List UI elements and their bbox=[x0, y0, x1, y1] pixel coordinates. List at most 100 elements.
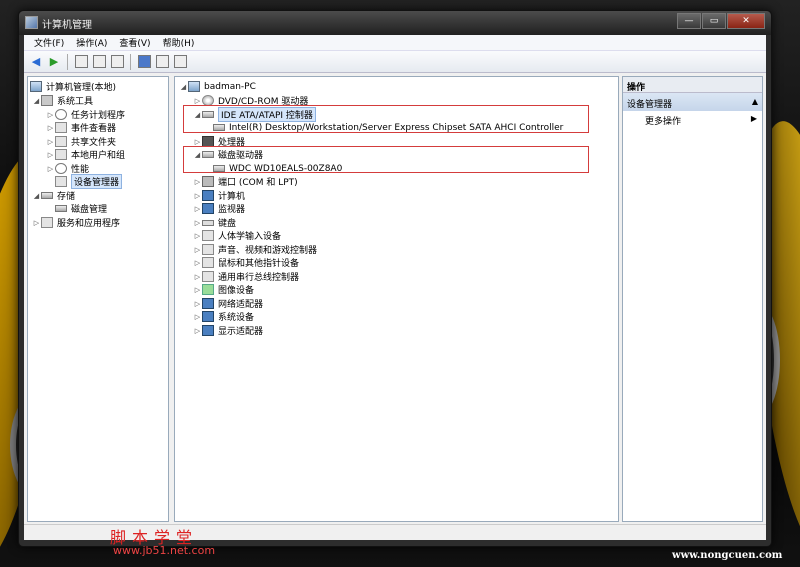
device-tree: ◢ badman-PC ▷ DVD/CD-ROM 驱动器 ◢ IDE ATA/ATAP… bbox=[174, 76, 619, 522]
computer-icon bbox=[188, 81, 200, 92]
tree-shared-folders[interactable]: ▷ 共享文件夹 bbox=[46, 135, 116, 148]
collapse-icon[interactable]: ◢ bbox=[32, 97, 41, 105]
panes: 计算机管理(本地) ◢ 系统工具 ▷ 任务计划程序 ▷ 事件查看器 ▷ 共享文件夹 ▷ 本… bbox=[24, 74, 766, 522]
device-imaging[interactable]: ▷ 图像设备 bbox=[193, 283, 254, 296]
device-root[interactable]: ◢ badman-PC bbox=[179, 80, 256, 93]
expand-icon[interactable]: ▷ bbox=[193, 273, 202, 281]
computer-icon bbox=[30, 81, 42, 92]
window-title: 计算机管理 bbox=[42, 20, 92, 31]
device-network[interactable]: ▷ 网络适配器 bbox=[193, 297, 263, 310]
expand-icon[interactable]: ▷ bbox=[46, 151, 55, 159]
highlight-box-disk bbox=[183, 146, 589, 173]
device-ports[interactable]: ▷ 端口 (COM 和 LPT) bbox=[193, 175, 298, 188]
device-hid[interactable]: ▷ 人体学输入设备 bbox=[193, 229, 281, 242]
expand-icon[interactable]: ▷ bbox=[193, 246, 202, 254]
expand-icon[interactable]: ▷ bbox=[46, 124, 55, 132]
expand-icon[interactable]: ▷ bbox=[193, 327, 202, 335]
port-icon bbox=[202, 176, 214, 187]
show-hide-tree-icon[interactable] bbox=[91, 54, 107, 70]
expand-icon[interactable]: ▷ bbox=[193, 232, 202, 240]
tools-icon bbox=[41, 95, 53, 106]
scan-hardware-icon[interactable] bbox=[172, 54, 188, 70]
tree-event-viewer[interactable]: ▷ 事件查看器 bbox=[46, 121, 116, 134]
performance-icon bbox=[55, 163, 67, 174]
toolbar: ◀ ▶ bbox=[24, 51, 766, 73]
menu-file[interactable]: 文件(F) bbox=[28, 36, 70, 49]
caption-buttons: — ▭ ✕ bbox=[676, 13, 765, 29]
device-manager-icon bbox=[55, 176, 67, 187]
expand-icon[interactable]: ▷ bbox=[193, 286, 202, 294]
clock-icon bbox=[55, 109, 67, 120]
tree-services-apps[interactable]: ▷ 服务和应用程序 bbox=[32, 216, 120, 229]
navigation-tree: 计算机管理(本地) ◢ 系统工具 ▷ 任务计划程序 ▷ 事件查看器 ▷ 共享文件夹 ▷ 本… bbox=[27, 76, 169, 522]
forward-arrow-icon[interactable]: ▶ bbox=[46, 54, 62, 70]
device-usb[interactable]: ▷ 通用串行总线控制器 bbox=[193, 270, 299, 283]
properties-icon[interactable] bbox=[109, 54, 125, 70]
tree-local-users[interactable]: ▷ 本地用户和组 bbox=[46, 148, 125, 161]
mouse-icon bbox=[202, 257, 214, 268]
more-actions[interactable]: 更多操作 ▶ bbox=[623, 111, 762, 127]
menu-action[interactable]: 操作(A) bbox=[70, 36, 113, 49]
menu-view[interactable]: 查看(V) bbox=[113, 36, 156, 49]
help-icon[interactable] bbox=[136, 54, 152, 70]
up-folder-icon[interactable] bbox=[73, 54, 89, 70]
tree-storage[interactable]: ◢ 存储 bbox=[32, 189, 75, 203]
view-icon[interactable] bbox=[154, 54, 170, 70]
expand-icon[interactable]: ▷ bbox=[193, 178, 202, 186]
expand-icon[interactable]: ▷ bbox=[193, 205, 202, 213]
expand-icon[interactable]: ▷ bbox=[193, 192, 202, 200]
back-arrow-icon[interactable]: ◀ bbox=[28, 54, 44, 70]
tree-disk-management[interactable]: 磁盘管理 bbox=[55, 202, 107, 215]
expand-icon[interactable]: ▷ bbox=[193, 138, 202, 146]
tree-root[interactable]: 计算机管理(本地) bbox=[30, 80, 116, 93]
device-keyboard[interactable]: ▷ 键盘 bbox=[193, 216, 236, 230]
usb-icon bbox=[202, 271, 214, 282]
disk-management-icon bbox=[55, 205, 67, 212]
device-computer[interactable]: ▷ 计算机 bbox=[193, 189, 245, 202]
title-bar[interactable]: 计算机管理 — ▭ ✕ bbox=[19, 11, 771, 35]
close-button[interactable]: ✕ bbox=[727, 13, 765, 29]
device-sound[interactable]: ▷ 声音、视频和游戏控制器 bbox=[193, 243, 317, 256]
collapse-icon[interactable]: ◢ bbox=[32, 192, 41, 200]
expand-icon[interactable]: ▷ bbox=[32, 219, 41, 227]
expand-icon[interactable]: ▷ bbox=[193, 300, 202, 308]
event-log-icon bbox=[55, 122, 67, 133]
menu-help[interactable]: 帮助(H) bbox=[157, 36, 201, 49]
device-monitors[interactable]: ▷ 监视器 bbox=[193, 202, 245, 215]
expand-icon[interactable]: ▷ bbox=[193, 97, 202, 105]
speaker-icon bbox=[202, 244, 214, 255]
expand-icon[interactable]: ▷ bbox=[193, 259, 202, 267]
expand-icon[interactable]: ▷ bbox=[46, 111, 55, 119]
keyboard-icon bbox=[202, 219, 214, 226]
display-adapter-icon bbox=[202, 325, 214, 336]
hid-icon bbox=[202, 230, 214, 241]
tree-task-scheduler[interactable]: ▷ 任务计划程序 bbox=[46, 108, 125, 121]
tree-system-tools[interactable]: ◢ 系统工具 bbox=[32, 94, 93, 107]
expand-icon[interactable]: ▷ bbox=[46, 165, 55, 173]
watermark-bottom-right: www.nongcuen.com bbox=[672, 550, 783, 561]
actions-group-device-manager[interactable]: 设备管理器 ▲ bbox=[623, 93, 762, 111]
device-system[interactable]: ▷ 系统设备 bbox=[193, 310, 254, 323]
shared-folder-icon bbox=[55, 136, 67, 147]
storage-icon bbox=[41, 192, 53, 199]
collapse-triangle-icon[interactable]: ▲ bbox=[752, 97, 758, 106]
minimize-button[interactable]: — bbox=[677, 13, 701, 29]
network-icon bbox=[202, 298, 214, 309]
expand-icon[interactable]: ▷ bbox=[193, 219, 202, 227]
device-mouse[interactable]: ▷ 鼠标和其他指针设备 bbox=[193, 256, 299, 269]
maximize-button[interactable]: ▭ bbox=[702, 13, 726, 29]
device-display[interactable]: ▷ 显示适配器 bbox=[193, 324, 263, 337]
highlight-box-ide bbox=[183, 105, 589, 133]
tree-root-label: 计算机管理(本地) bbox=[46, 83, 117, 93]
users-icon bbox=[55, 149, 67, 160]
expand-icon[interactable]: ▷ bbox=[193, 313, 202, 321]
menu-bar: 文件(F) 操作(A) 查看(V) 帮助(H) bbox=[24, 35, 766, 51]
monitor-icon bbox=[202, 203, 214, 214]
toolbar-divider bbox=[67, 53, 68, 70]
services-icon bbox=[41, 217, 53, 228]
expand-icon[interactable]: ▷ bbox=[46, 138, 55, 146]
tree-device-manager[interactable]: 设备管理器 bbox=[55, 174, 123, 189]
actions-header: 操作 bbox=[623, 77, 762, 93]
system-device-icon bbox=[202, 311, 214, 322]
collapse-icon[interactable]: ◢ bbox=[179, 83, 188, 91]
